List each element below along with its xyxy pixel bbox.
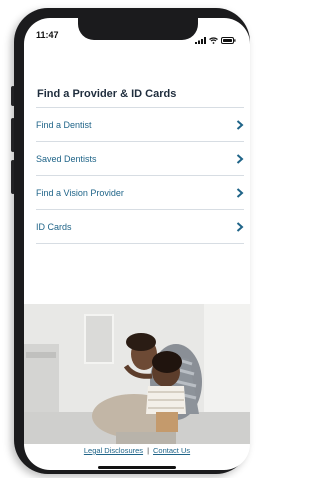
page-title: Find a Provider & ID Cards — [37, 88, 177, 100]
status-icons — [195, 31, 236, 49]
legal-disclosures-link[interactable]: Legal Disclosures — [84, 446, 143, 455]
menu-item-label: ID Cards — [36, 221, 72, 232]
chevron-right-icon — [236, 221, 244, 232]
home-indicator[interactable] — [98, 466, 176, 469]
menu-item-saved-dentists[interactable]: Saved Dentists — [36, 141, 244, 175]
contact-us-link[interactable]: Contact Us — [153, 446, 190, 455]
provider-menu: Find a Dentist Saved Dentists Find a Vis… — [36, 107, 244, 244]
chevron-right-icon — [236, 187, 244, 198]
menu-item-label: Saved Dentists — [36, 153, 97, 164]
family-brushing-teeth-photo — [24, 304, 250, 444]
chevron-right-icon — [236, 153, 244, 164]
battery-icon — [221, 31, 236, 49]
menu-item-label: Find a Dentist — [36, 119, 92, 130]
signal-icon — [195, 31, 206, 49]
device-notch — [78, 18, 198, 40]
chevron-right-icon — [236, 119, 244, 130]
menu-item-find-vision-provider[interactable]: Find a Vision Provider — [36, 175, 244, 209]
footer-separator: | — [147, 446, 150, 455]
menu-item-label: Find a Vision Provider — [36, 187, 124, 198]
menu-item-find-dentist[interactable]: Find a Dentist — [36, 107, 244, 141]
menu-item-id-cards[interactable]: ID Cards — [36, 209, 244, 244]
wifi-icon — [209, 31, 218, 49]
phone-frame: 11:47 Find a Provider & ID Cards Find a … — [14, 8, 250, 474]
app-screen: 11:47 Find a Provider & ID Cards Find a … — [24, 18, 250, 470]
footer-links: Legal Disclosures | Contact Us — [24, 446, 250, 455]
status-time: 11:47 — [36, 30, 59, 40]
